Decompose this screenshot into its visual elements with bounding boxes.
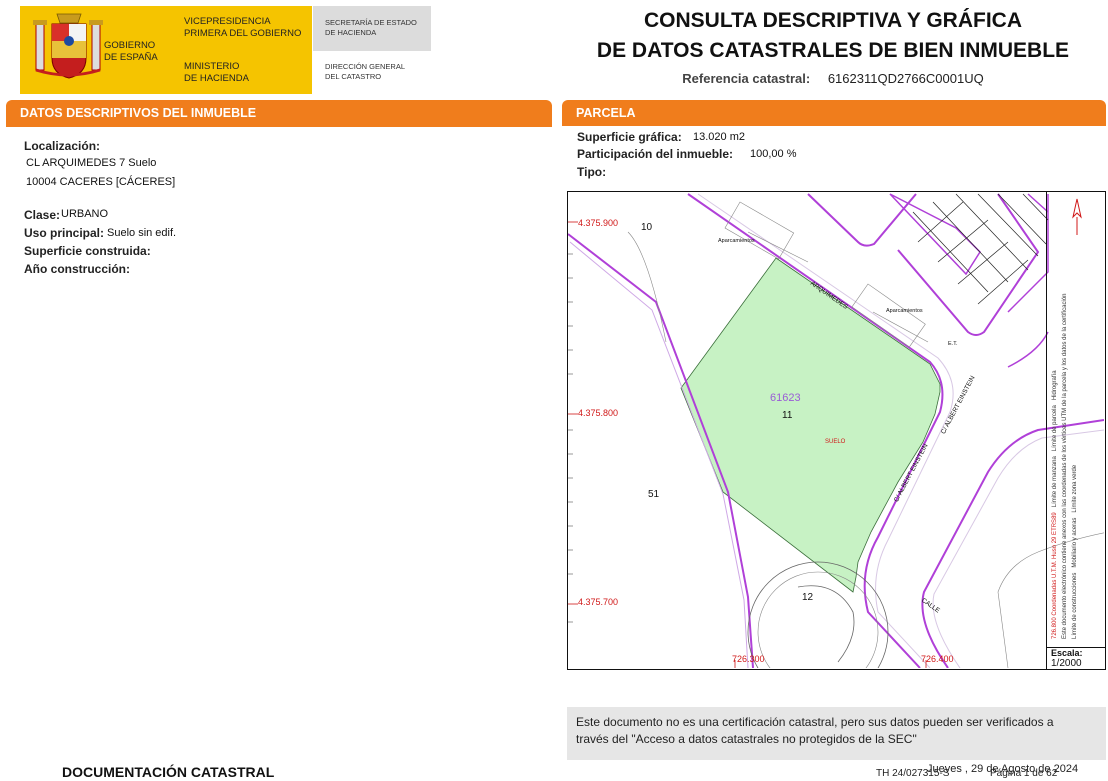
disclaimer-line1: Este documento no es una certificación c…: [576, 715, 1054, 729]
footer-documentacion: DOCUMENTACIÓN CATASTRAL: [62, 764, 275, 780]
secretaria-line2: DE HACIENDA: [325, 28, 377, 37]
address-line2: 10004 CACERES [CÁCERES]: [26, 176, 176, 188]
legend-note: Este documento electrónico contiene anex…: [1062, 293, 1068, 639]
manzana-label: 61623: [770, 392, 801, 404]
coat-of-arms-icon: [33, 13, 103, 79]
coord-y-label-3: 4.375.700: [578, 597, 619, 607]
parcela-divider: [562, 124, 1106, 125]
legend-limite-parcela-label: Límite de parcela: [1052, 405, 1058, 452]
coord-x-label-1: 726.300: [732, 654, 765, 664]
escala-label: Escala:: [1051, 648, 1083, 658]
ministerio-label: MINISTERIO DE HACIENDA: [184, 61, 249, 84]
cadastral-map[interactable]: 4.375.900 4.375.800 4.375.700 726.300 72…: [567, 191, 1106, 670]
parcel-11-label[interactable]: 11: [782, 410, 792, 421]
legend-limite-construcciones-label: Límite de construcciones: [1072, 572, 1078, 639]
parcel-12-label[interactable]: 12: [802, 592, 813, 603]
parcel-51-label[interactable]: 51: [648, 489, 659, 500]
uso-label: Uso principal:: [24, 226, 105, 240]
datos-section-header: DATOS DESCRIPTIVOS DEL INMUEBLE: [6, 100, 552, 126]
disclaimer-line2[interactable]: través del "Acceso a datos catastrales n…: [576, 731, 1097, 748]
government-logo: GOBIERNO DE ESPAÑA VICEPRESIDENCIA PRIME…: [20, 6, 312, 94]
parcela-section-header: PARCELA: [562, 100, 1106, 126]
page-title: CONSULTA DESCRIPTIVA Y GRÁFICA DE DATOS …: [596, 9, 1070, 62]
superficie-construida-label: Superficie construida:: [24, 244, 151, 258]
ref-label: Referencia catastral:: [682, 71, 811, 86]
legend-hidrografia-label: Hidrografía: [1052, 370, 1058, 401]
disclaimer-box: Este documento no es una certificación c…: [567, 707, 1106, 760]
aparcamientos-label-1: Aparcamientos: [718, 238, 755, 244]
escala-value: 1/2000: [1051, 658, 1082, 669]
legend-mobiliario-label: Mobiliario y aceras: [1072, 517, 1078, 568]
clase-value: URBANO: [61, 208, 109, 220]
vicepresidencia-label: VICEPRESIDENCIA PRIMERA DEL GOBIERNO: [184, 16, 302, 39]
aparcamientos-label-2: Aparcamientos: [886, 308, 923, 314]
parcel-10-label[interactable]: 10: [641, 222, 652, 233]
suelo-label: SUELO: [825, 439, 846, 445]
participacion-label: Participación del inmueble:: [577, 147, 734, 161]
clase-label: Clase:: [24, 208, 61, 222]
address-line1: CL ARQUIMEDES 7 Suelo: [26, 157, 157, 169]
gobierno-label: GOBIERNO DE ESPAÑA: [104, 40, 158, 63]
legend-limite-manzana-label: Límite de manzana: [1052, 456, 1058, 508]
coord-y-label-2: 4.375.800: [578, 408, 619, 418]
ref-value[interactable]: 6162311QD2766C0001UQ: [828, 71, 984, 86]
scale-box: Escala: 1/2000: [1046, 647, 1106, 670]
superficie-grafica-value: 13.020 m2: [693, 131, 745, 143]
legend-coords: 726.800 Coordenadas U.T.M. Huso 29 ETRS8…: [1052, 512, 1058, 639]
map-drawing: [568, 193, 1104, 668]
tipo-label: Tipo:: [577, 165, 607, 179]
uso-value: Suelo sin edif.: [107, 227, 177, 239]
north-arrow-icon: [1072, 198, 1082, 235]
anio-construccion-label: Año construcción:: [24, 262, 131, 276]
footer-page: Página 1 de 62: [990, 768, 1058, 779]
datos-divider: [6, 126, 552, 127]
localizacion-label: Localización:: [24, 139, 101, 153]
coord-x-label-2: 726.400: [921, 654, 954, 664]
superficie-grafica-label: Superficie gráfica:: [577, 130, 682, 144]
secretaria-line1: SECRETARÍA DE ESTADO: [325, 18, 417, 27]
participacion-value: 100,00 %: [750, 148, 797, 160]
referencia-catastral: Referencia catastral: 6162311QD2766C0001…: [560, 71, 1106, 86]
et-label: E.T.: [948, 341, 958, 347]
secretaria-block: SECRETARÍA DE ESTADO DE HACIENDA: [313, 6, 431, 51]
map-legend: 726.800 Coordenadas U.T.M. Huso 29 ETRS8…: [1046, 191, 1106, 647]
coord-y-label-1: 4.375.900: [578, 218, 619, 228]
direccion-label: DIRECCIÓN GENERAL DEL CATASTRO: [325, 62, 406, 81]
legend-zona-verde-label: Límite zona verde: [1072, 464, 1078, 513]
